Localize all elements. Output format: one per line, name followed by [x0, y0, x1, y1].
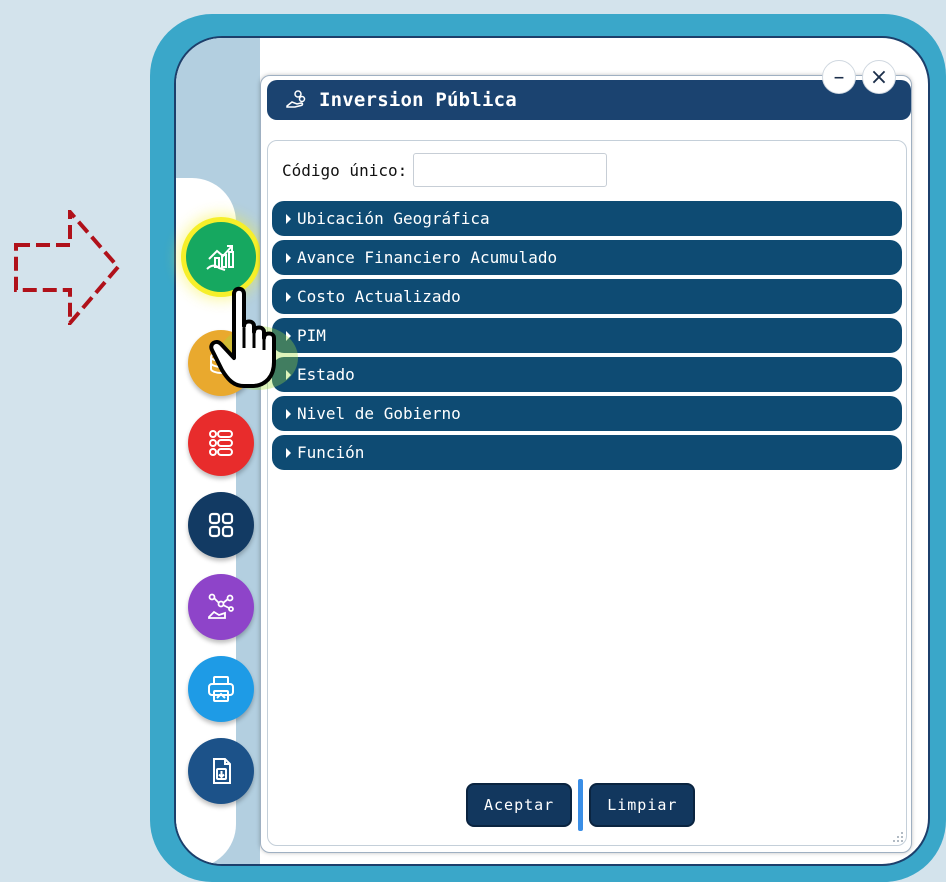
inversion-publica-dialog: Inversion Pública – × Código único: Ubic… [260, 60, 912, 853]
print-icon [208, 676, 234, 702]
section-pim[interactable]: PIM [272, 318, 902, 353]
section-label: Avance Financiero Acumulado [297, 248, 558, 267]
filter-sections: Ubicación Geográfica Avance Financiero A… [272, 201, 902, 474]
list-icon [209, 430, 233, 456]
print-tool-button[interactable] [188, 656, 254, 722]
section-label: Función [297, 443, 365, 462]
minimize-button[interactable]: – [822, 60, 856, 94]
hand-coins-icon [286, 90, 306, 108]
accept-button[interactable]: Aceptar [466, 783, 573, 827]
section-label: Estado [297, 365, 355, 384]
dialog-title: Inversion Pública [319, 89, 517, 111]
investment-chart-icon [206, 245, 234, 271]
section-funcion[interactable]: Función [272, 435, 902, 470]
dashed-arrow-right-icon [14, 210, 121, 325]
investment-tool-button[interactable] [186, 222, 256, 292]
close-icon: × [869, 64, 889, 90]
dialog-content: Código único: Ubicación Geográfica Avanc… [267, 140, 907, 846]
network-tool-button[interactable] [188, 574, 254, 640]
expand-caret-icon [286, 252, 291, 263]
section-ubicacion[interactable]: Ubicación Geográfica [272, 201, 902, 236]
grid-tool-button[interactable] [188, 492, 254, 558]
section-label: Nivel de Gobierno [297, 404, 461, 423]
expand-caret-icon [286, 408, 291, 419]
expand-caret-icon [286, 447, 291, 458]
section-avance-financiero[interactable]: Avance Financiero Acumulado [272, 240, 902, 275]
hand-pointer-cursor-icon [209, 286, 298, 390]
dialog-title-bar[interactable]: Inversion Pública [267, 80, 911, 120]
section-label: Costo Actualizado [297, 287, 461, 306]
list-tool-button[interactable] [188, 410, 254, 476]
code-label: Código único: [282, 160, 408, 180]
export-tool-button[interactable] [188, 738, 254, 804]
section-costo-actualizado[interactable]: Costo Actualizado [272, 279, 902, 314]
section-label: PIM [297, 326, 326, 345]
clear-button[interactable]: Limpiar [589, 783, 696, 827]
section-estado[interactable]: Estado [272, 357, 902, 392]
section-label: Ubicación Geográfica [297, 209, 490, 228]
dialog-footer: Aceptar Limpiar [466, 779, 696, 831]
close-button[interactable]: × [862, 60, 896, 94]
grid-icon [208, 512, 234, 538]
hand-network-icon [208, 593, 234, 619]
footer-divider [578, 779, 584, 831]
export-document-icon [213, 758, 231, 784]
expand-caret-icon [286, 213, 291, 224]
minimize-icon: – [833, 64, 845, 90]
section-nivel-gobierno[interactable]: Nivel de Gobierno [272, 396, 902, 431]
resize-grip-icon[interactable] [892, 831, 904, 843]
code-row: Código único: [282, 153, 608, 187]
code-input[interactable] [413, 153, 608, 187]
